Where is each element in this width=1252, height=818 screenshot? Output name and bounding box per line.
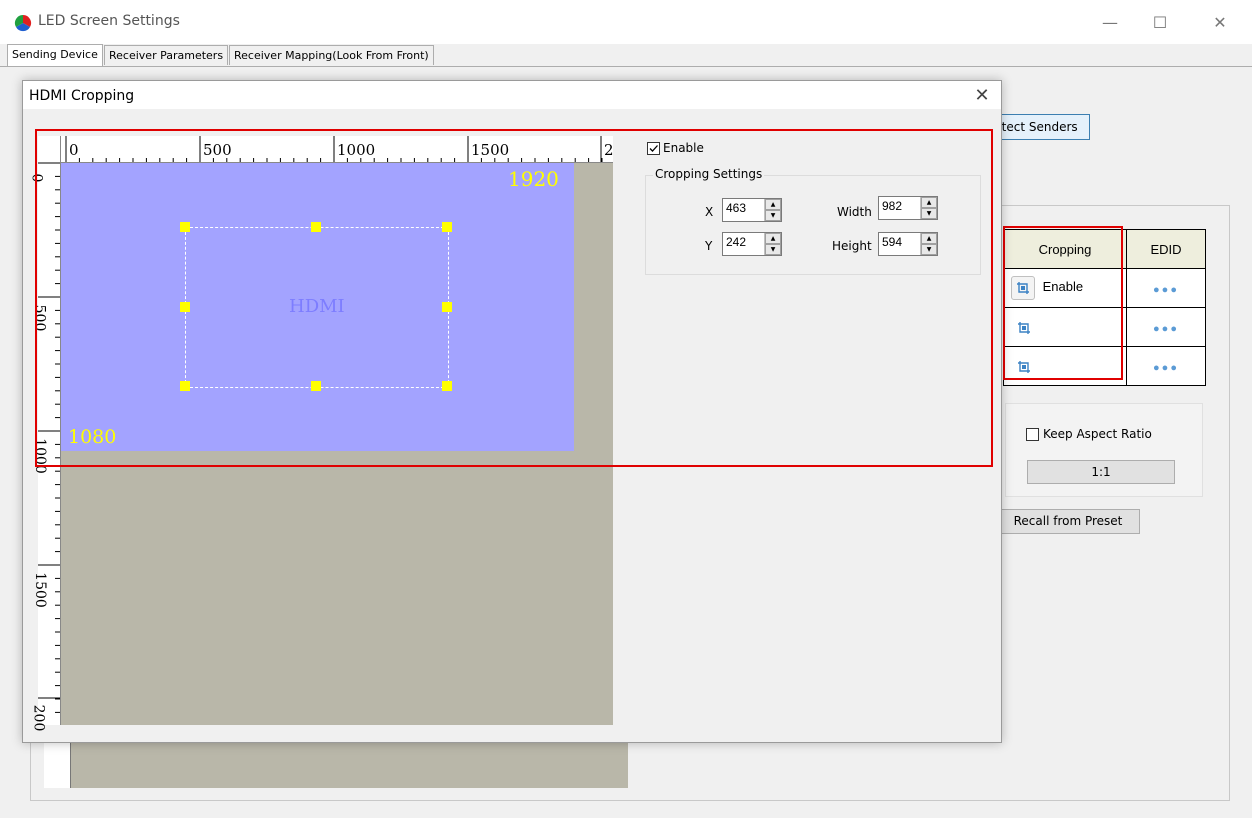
vruler-label: 1500 — [31, 572, 48, 608]
close-icon[interactable]: ✕ — [1200, 8, 1240, 36]
keep-aspect-ratio-label: Keep Aspect Ratio — [1043, 427, 1152, 441]
edid-cell[interactable]: ●●● — [1126, 268, 1206, 308]
tab-receiver-parameters[interactable]: Receiver Parameters — [104, 45, 229, 65]
edid-cell[interactable]: ●●● — [1126, 307, 1206, 347]
ratio-button[interactable]: 1:1 — [1027, 460, 1175, 484]
tab-receiver-mapping[interactable]: Receiver Mapping(Look From Front) — [229, 45, 434, 65]
recall-from-preset-button[interactable]: Recall from Preset — [996, 509, 1140, 534]
tab-sending-device[interactable]: Sending Device — [7, 44, 103, 66]
title-bar — [0, 0, 1252, 44]
highlight-box-canvas — [35, 129, 993, 467]
keep-aspect-ratio-checkbox[interactable]: Keep Aspect Ratio — [1026, 427, 1152, 441]
checkbox-icon[interactable] — [1026, 427, 1039, 441]
hdmi-cropping-dialog: HDMI Cropping ✕ 0 500 1000 1500 20 500 1… — [22, 80, 1002, 743]
vruler-label: 200 — [32, 704, 47, 732]
dialog-title: HDMI Cropping — [29, 88, 135, 104]
highlight-box-cropping — [1003, 226, 1123, 380]
more-dots-icon[interactable]: ●●● — [1153, 284, 1179, 296]
more-dots-icon[interactable]: ●●● — [1153, 362, 1179, 374]
dialog-close-icon[interactable]: ✕ — [969, 83, 995, 107]
dialog-title-bar — [23, 81, 1001, 109]
more-dots-icon[interactable]: ●●● — [1153, 323, 1179, 335]
minimize-icon[interactable]: — — [1090, 8, 1130, 36]
detect-senders-button[interactable]: etect Senders — [990, 114, 1090, 140]
header-edid: EDID — [1126, 229, 1206, 269]
edid-cell[interactable]: ●●● — [1126, 346, 1206, 386]
app-logo-icon — [14, 14, 32, 32]
window-title: LED Screen Settings — [38, 13, 180, 29]
maximize-icon[interactable]: ☐ — [1140, 8, 1180, 36]
